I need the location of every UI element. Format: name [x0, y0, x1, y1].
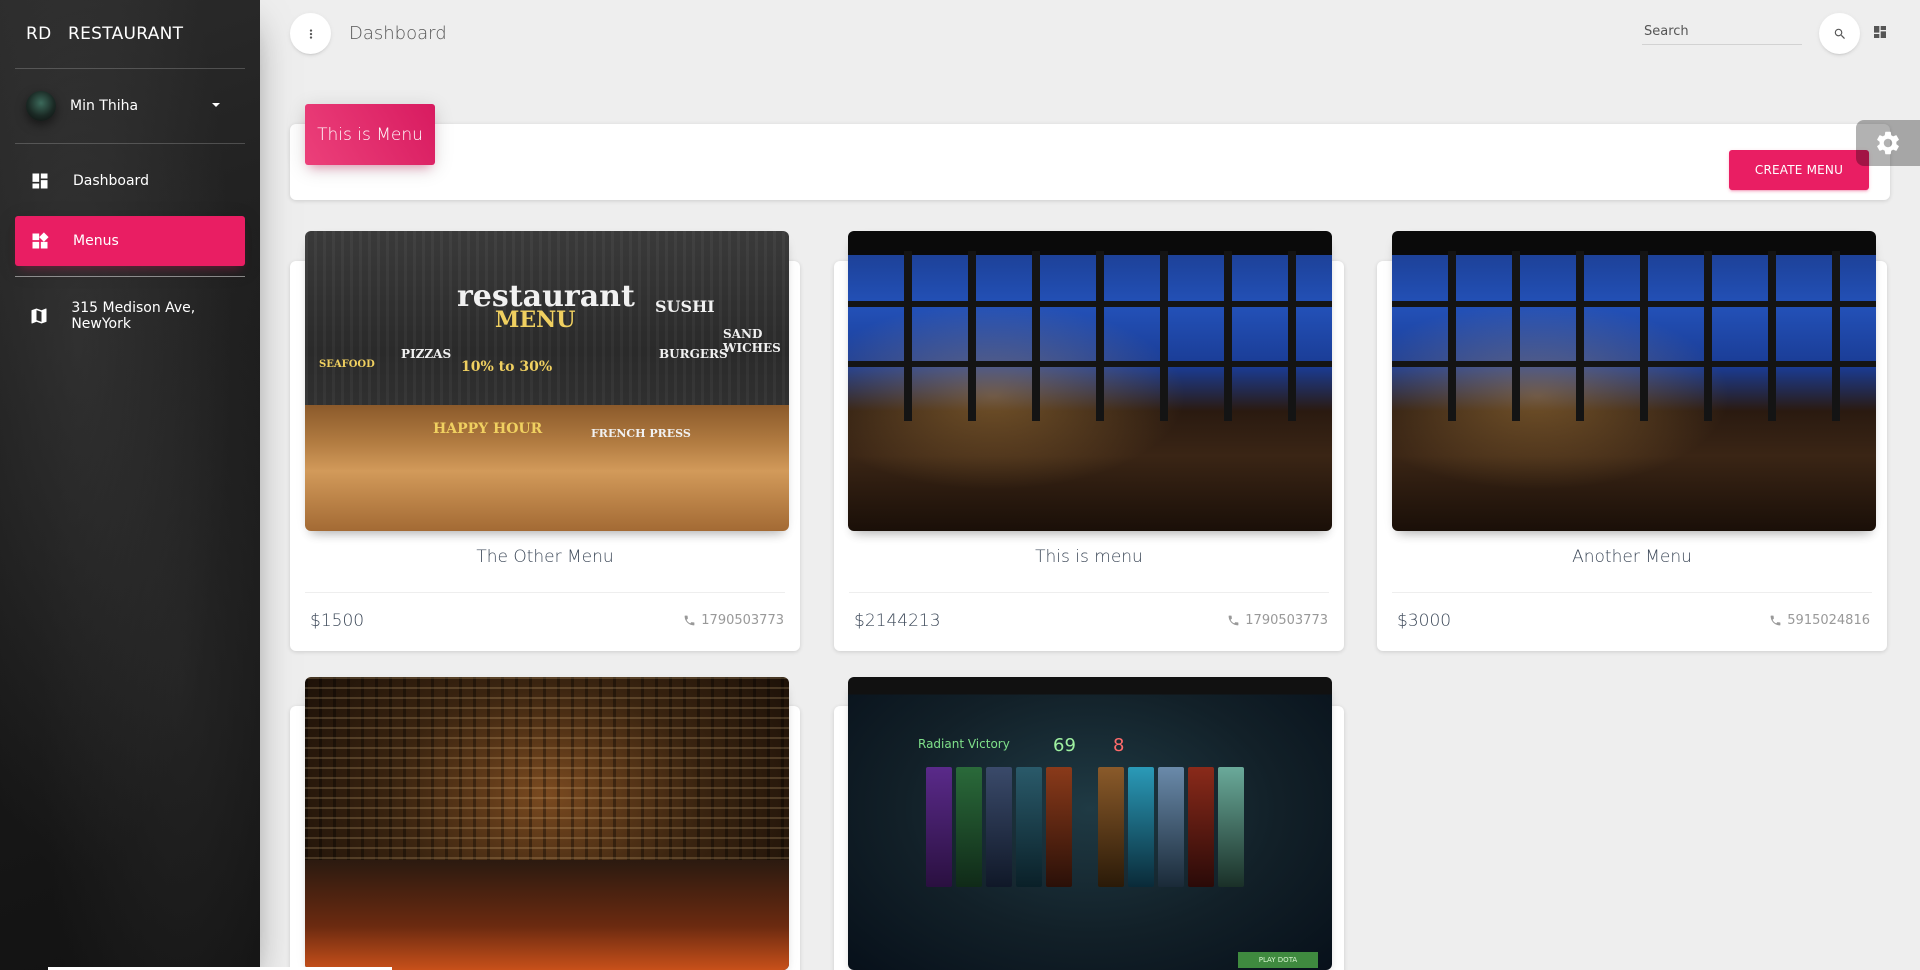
address-text: 315 Medison Ave, NewYork	[71, 300, 196, 332]
image-detail	[1016, 767, 1042, 887]
search-button[interactable]	[1819, 13, 1860, 54]
menu-image-text: Radiant Victory	[918, 737, 1010, 751]
sidebar: RD RESTAURANT Min Thiha Dashboard Menus …	[0, 0, 260, 970]
menu-phone-number: 1790503773	[1245, 613, 1328, 628]
sidebar-item-label: Dashboard	[73, 173, 149, 189]
menu-header-card	[290, 124, 1890, 200]
menu-image-text: SEAFOOD	[319, 359, 375, 370]
image-detail	[1392, 361, 1876, 367]
image-detail	[956, 767, 982, 887]
avatar	[26, 91, 56, 121]
caret-down-icon	[212, 103, 220, 107]
menu-image-text: SAND WICHES	[723, 327, 781, 355]
menu-divider	[849, 592, 1329, 593]
menu-phone: 1790503773	[683, 613, 784, 628]
menu-divider	[1392, 592, 1872, 593]
menu-image-text: HAPPY HOUR	[433, 421, 543, 437]
image-detail	[926, 767, 952, 887]
menu-image[interactable]	[848, 231, 1332, 531]
menu-image-text: 8	[1113, 735, 1125, 756]
more-vert-icon	[309, 28, 312, 39]
image-detail	[1098, 767, 1124, 887]
image-detail	[1158, 767, 1184, 887]
logo[interactable]: RD RESTAURANT	[0, 0, 260, 68]
map-icon	[29, 305, 49, 327]
dashboard-icon	[1874, 26, 1886, 38]
image-detail	[986, 767, 1012, 887]
topbar: Dashboard	[260, 0, 1920, 68]
sidebar-item-address[interactable]: 315 Medison Ave, NewYork	[15, 291, 245, 341]
menu-title: The Other Menu	[476, 547, 614, 567]
menu-image-text: 69	[1053, 735, 1076, 756]
dashboard-shortcut-button[interactable]	[1872, 24, 1888, 40]
page-title[interactable]: Dashboard	[349, 23, 447, 44]
phone-icon	[1770, 615, 1781, 626]
menu-phone-number: 5915024816	[1787, 613, 1870, 628]
menu-title: Another Menu	[1572, 547, 1692, 567]
menu-phone: 1790503773	[1227, 613, 1328, 628]
gear-icon	[1877, 131, 1899, 155]
image-detail	[1218, 767, 1244, 887]
image-detail	[305, 860, 789, 970]
sidebar-item-label: Menus	[73, 233, 119, 249]
menu-image[interactable]: Radiant Victory 69 8 PLAY DOTA	[848, 677, 1332, 970]
sidebar-nav: Dashboard Menus 315 Medison Ave, NewYork	[0, 144, 260, 341]
user-menu[interactable]: Min Thiha	[0, 69, 260, 143]
dashboard-icon	[29, 170, 51, 192]
minimize-sidebar-button[interactable]	[290, 13, 331, 54]
image-detail	[848, 301, 1332, 307]
menu-image-text: BURGERS	[659, 347, 728, 361]
nav-divider	[15, 276, 245, 277]
menu-phone-number: 1790503773	[701, 613, 784, 628]
image-detail	[1188, 767, 1214, 887]
phone-icon	[684, 615, 695, 626]
search-icon	[1834, 28, 1845, 39]
sidebar-item-menus[interactable]: Menus	[15, 216, 245, 266]
menu-image-text: PIZZAS	[401, 347, 452, 361]
menu-image[interactable]	[1392, 231, 1876, 531]
settings-plugin-button[interactable]	[1856, 120, 1920, 166]
widgets-icon	[29, 230, 51, 252]
menu-image[interactable]	[305, 677, 789, 970]
create-menu-button[interactable]: CREATE MENU	[1729, 150, 1869, 190]
menu-phone: 5915024816	[1769, 613, 1870, 628]
menu-image-text: SUSHI	[655, 297, 715, 316]
image-detail	[1392, 301, 1876, 307]
menu-image-text: MENU	[495, 307, 576, 333]
menu-image[interactable]: restaurant MENU SUSHI PIZZAS BURGERS 10%…	[305, 231, 789, 531]
user-name: Min Thiha	[70, 98, 139, 114]
logo-mini: RD	[26, 24, 52, 44]
menu-image-text: PLAY DOTA	[1238, 952, 1318, 968]
image-detail	[848, 251, 1332, 421]
logo-text: RESTAURANT	[68, 24, 184, 44]
menu-title: This is menu	[1035, 547, 1143, 567]
sidebar-item-dashboard[interactable]: Dashboard	[15, 156, 245, 206]
image-detail	[1392, 251, 1876, 421]
phone-icon	[1228, 615, 1239, 626]
menu-image-text: 10% to 30%	[461, 359, 553, 375]
image-detail	[848, 361, 1332, 367]
menu-price: $1500	[310, 611, 365, 631]
menu-price: $3000	[1397, 611, 1452, 631]
card-title: This is Menu	[305, 104, 435, 165]
image-detail	[1128, 767, 1154, 887]
search-wrapper	[1642, 20, 1802, 45]
menu-divider	[305, 592, 785, 593]
image-detail	[1046, 767, 1072, 887]
menu-image-text: FRENCH PRESS	[591, 427, 691, 440]
menu-price: $2144213	[854, 611, 941, 631]
search-input[interactable]	[1642, 20, 1802, 45]
